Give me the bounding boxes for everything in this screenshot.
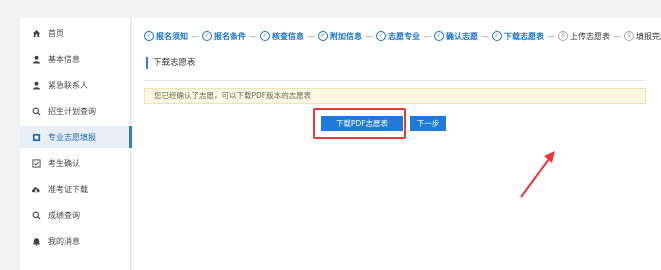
sidebar-item-label: 基本信息 (48, 54, 80, 64)
check-icon: ✓ (434, 31, 444, 41)
step-1[interactable]: ✓ 报名须知 (144, 31, 188, 42)
cloud-icon (30, 183, 42, 195)
sidebar-item-label: 我的消息 (48, 236, 80, 246)
sidebar-item-candidate-confirm[interactable]: 考生确认 (20, 152, 131, 174)
step-8[interactable]: 8 上传志愿表 (558, 31, 610, 42)
check-icon: ✓ (376, 31, 386, 41)
search-icon (30, 209, 42, 221)
step-separator: — (613, 31, 621, 41)
sidebar-item-label: 紧急联系人 (48, 80, 88, 90)
search-icon (30, 105, 42, 117)
sidebar-item-label: 专业志愿填报 (48, 132, 96, 142)
step-separator: — (307, 31, 315, 41)
step-separator: — (249, 31, 257, 41)
step-separator: — (547, 31, 555, 41)
step-separator: — (423, 31, 431, 41)
step-5[interactable]: ✓ 志愿专业 (376, 31, 420, 42)
step-label: 附加信息 (330, 31, 362, 41)
home-icon (30, 27, 42, 39)
sidebar-item-my-messages[interactable]: 我的消息 (20, 230, 131, 252)
step-7[interactable]: ✓ 下载志愿表 (492, 31, 544, 42)
sidebar-item-label: 准考证下载 (48, 184, 88, 194)
step-separator: — (481, 31, 489, 41)
sidebar-item-score-query[interactable]: 成绩查询 (20, 204, 131, 226)
step-3[interactable]: ✓ 核查信息 (260, 31, 304, 42)
sidebar-item-admission-ticket[interactable]: 准考证下载 (20, 178, 131, 200)
notice-banner: 您已经确认了志愿，可以下载PDF版本的志愿表 (144, 88, 646, 104)
sidebar-item-enrollment-plan[interactable]: 招生计划查询 (20, 100, 131, 122)
main-panel: ✓ 报名须知 — ✓ 报名条件 — ✓ 核查信息 — ✓ 附加信息 — ✓ 志愿专业 — … (132, 18, 661, 270)
check-icon: ✓ (318, 31, 328, 41)
step-label: 报名条件 (214, 31, 246, 41)
step-label: 填报完成 (636, 31, 661, 41)
step-label: 报名须知 (156, 31, 188, 41)
check-icon: ✓ (202, 31, 212, 41)
divider (144, 80, 646, 81)
step-separator: — (191, 31, 199, 41)
next-step-button[interactable]: 下一步 (410, 116, 446, 131)
step-label: 确认志愿 (446, 31, 478, 41)
checkbox-icon (30, 157, 42, 169)
sidebar-item-home[interactable]: 首页 (20, 22, 131, 44)
step-2[interactable]: ✓ 报名条件 (202, 31, 246, 42)
sidebar-item-label: 招生计划查询 (48, 106, 96, 116)
check-icon: ✓ (492, 31, 502, 41)
step-label: 志愿专业 (388, 31, 420, 41)
sidebar-item-emergency-contact[interactable]: 紧急联系人 (20, 74, 131, 96)
user-icon (30, 79, 42, 91)
sidebar: 首页 基本信息 紧急联系人 招生计划查询 专业志愿填报 考生确认 准考证下载 成… (20, 18, 132, 270)
check-icon: ✓ (260, 31, 270, 41)
step-separator: — (365, 31, 373, 41)
bell-icon (30, 235, 42, 247)
download-pdf-button[interactable]: 下载PDF志愿表 (321, 116, 403, 131)
step-label: 下载志愿表 (504, 31, 544, 41)
step-4[interactable]: ✓ 附加信息 (318, 31, 362, 42)
sidebar-item-major-application[interactable]: 专业志愿填报 (20, 126, 132, 148)
edit-icon (30, 131, 42, 143)
section-title: 下载志愿表 (146, 57, 196, 69)
step-6[interactable]: ✓ 确认志愿 (434, 31, 478, 42)
sidebar-item-label: 首页 (48, 28, 64, 38)
sidebar-item-label: 考生确认 (48, 158, 80, 168)
check-icon: ✓ (144, 31, 154, 41)
step-number-icon: 9 (624, 31, 634, 41)
user-icon (30, 53, 42, 65)
step-number-icon: 8 (558, 31, 568, 41)
step-9[interactable]: 9填报完成 (624, 31, 661, 42)
sidebar-item-basic-info[interactable]: 基本信息 (20, 48, 131, 70)
progress-steps: ✓ 报名须知 — ✓ 报名条件 — ✓ 核查信息 — ✓ 附加信息 — ✓ 志愿专业 — … (144, 29, 661, 43)
step-label: 上传志愿表 (570, 31, 610, 41)
step-label: 核查信息 (272, 31, 304, 41)
pointer-arrow-icon (520, 151, 555, 198)
sidebar-item-label: 成绩查询 (48, 210, 80, 220)
